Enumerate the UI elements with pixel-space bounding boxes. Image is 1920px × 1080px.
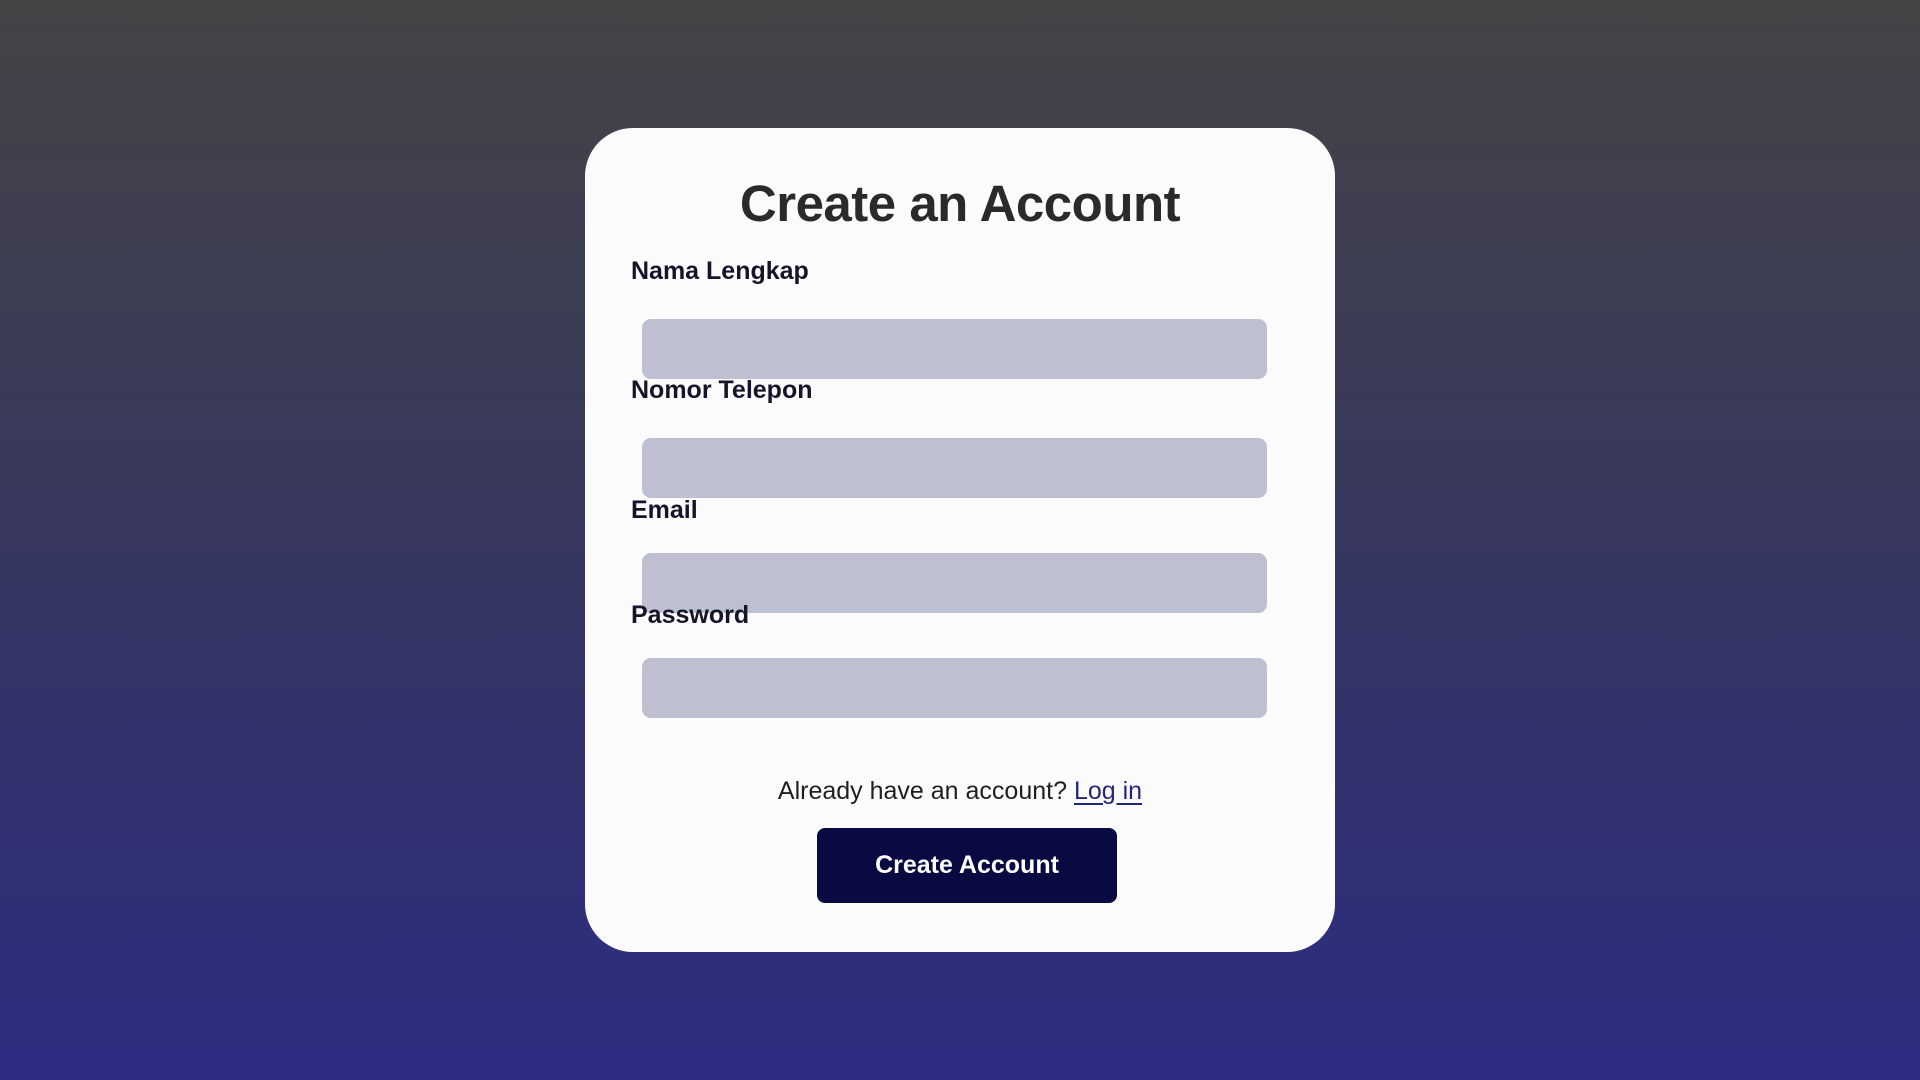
signup-card: Create an Account Nama Lengkap Nomor Tel…: [585, 128, 1335, 952]
password-input[interactable]: [642, 658, 1267, 718]
phone-number-label: Nomor Telepon: [631, 376, 813, 404]
phone-number-input[interactable]: [642, 438, 1267, 498]
page-title: Create an Account: [739, 175, 1181, 232]
full-name-input[interactable]: [642, 319, 1267, 379]
login-prompt-text: Already have an account?: [777, 777, 1067, 805]
email-label: Email: [631, 496, 698, 524]
create-account-button[interactable]: Create Account: [817, 828, 1117, 903]
login-prompt-line: Already have an account? Log in: [585, 775, 1335, 807]
password-label: Password: [631, 601, 750, 629]
full-name-label: Nama Lengkap: [631, 257, 809, 285]
login-link[interactable]: Log in: [1074, 777, 1142, 805]
